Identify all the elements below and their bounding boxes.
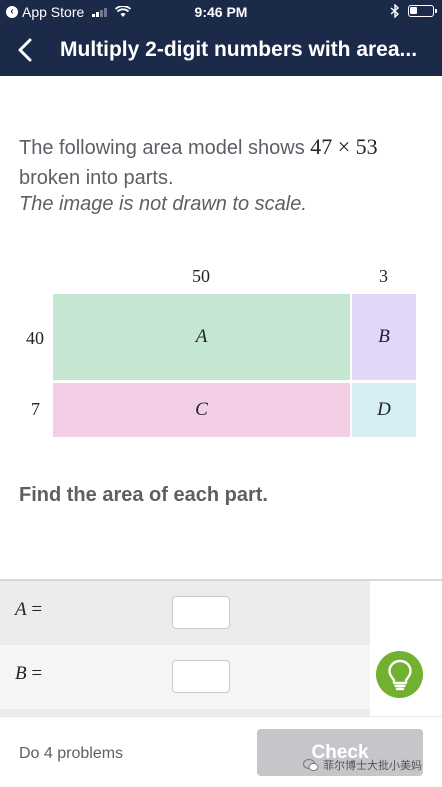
lightbulb-icon: [387, 659, 412, 690]
question-tail: broken into parts.: [19, 167, 174, 189]
status-time: 9:46 PM: [194, 4, 248, 20]
row-label-tens: 40: [26, 328, 44, 348]
answer-var-a: A: [15, 599, 27, 620]
back-arrow-icon[interactable]: [14, 36, 38, 64]
status-bar: ‹ App Store 9:46 PM: [0, 0, 442, 24]
find-area-prompt: Find the area of each part.: [19, 484, 268, 506]
battery-icon: [408, 5, 437, 17]
question-text: The following area model shows 47 × 53 b…: [19, 132, 429, 193]
question-note: The image is not drawn to scale.: [19, 193, 307, 215]
area-cell-c: C: [53, 383, 350, 437]
watermark: 菲尔博士大批小美妈: [303, 757, 422, 773]
cell-c-label: C: [195, 399, 208, 420]
area-cell-b: B: [352, 294, 416, 380]
answer-var-b: B: [15, 663, 27, 684]
answer-row-b: B =: [0, 645, 370, 709]
answer-input-a[interactable]: [172, 596, 230, 629]
footer: Do 4 problems Check: [0, 716, 442, 787]
area-cell-a: A: [53, 294, 350, 380]
bluetooth-icon: [390, 4, 400, 18]
hint-button[interactable]: [376, 651, 423, 698]
question-lead: The following area model shows: [19, 137, 305, 159]
cell-d-label: D: [377, 399, 391, 420]
cell-a-label: A: [195, 326, 208, 347]
watermark-text: 菲尔博士大批小美妈: [323, 760, 422, 772]
answer-row-a: A =: [0, 581, 370, 645]
area-cell-d: D: [352, 383, 416, 437]
area-model: 50 3 40 7 A B C D: [0, 258, 442, 448]
row-label-ones: 7: [31, 399, 40, 419]
nav-bar: Multiply 2-digit numbers with area...: [0, 24, 442, 76]
column-label-tens: 50: [192, 266, 210, 286]
do-problems-label: Do 4 problems: [19, 745, 124, 762]
page-title: Multiply 2-digit numbers with area...: [60, 38, 418, 61]
question-expression: 47 × 53: [310, 134, 378, 159]
answer-label-a: A =: [15, 599, 43, 620]
status-right: [390, 4, 437, 18]
column-label-ones: 3: [379, 266, 388, 286]
cell-b-label: B: [378, 326, 390, 347]
answer-label-b: B =: [15, 663, 43, 684]
wechat-icon: [303, 759, 319, 772]
answer-input-b[interactable]: [172, 660, 230, 693]
